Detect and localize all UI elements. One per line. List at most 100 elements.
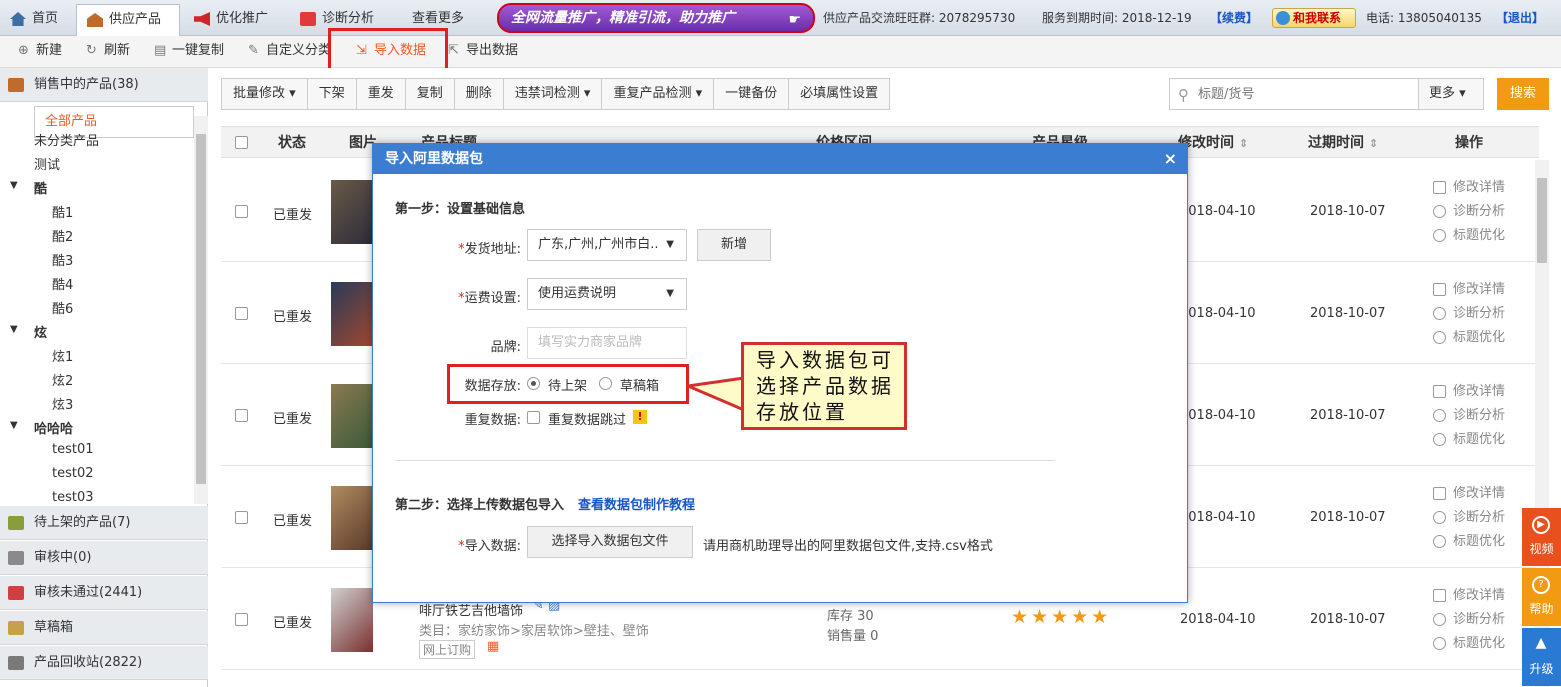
refresh-button[interactable]: ↻ 刷新 — [86, 36, 130, 68]
tab-home[interactable]: 首页 — [0, 4, 72, 36]
optimize-title-link[interactable]: 标题优化 — [1433, 632, 1505, 656]
qrcode-icon[interactable]: ▦ — [487, 639, 499, 654]
select-all-checkbox[interactable] — [235, 136, 248, 149]
video-button[interactable]: ▶ 视频 — [1522, 508, 1561, 566]
new-button[interactable]: ⊕ 新建 — [18, 36, 62, 68]
tree-item-test01[interactable]: test01 — [52, 442, 94, 457]
optimize-title-link[interactable]: 标题优化 — [1433, 428, 1505, 452]
diagnose-link[interactable]: 诊断分析 — [1433, 404, 1505, 428]
product-thumbnail[interactable] — [331, 180, 373, 244]
add-address-button[interactable]: 新增 — [697, 229, 771, 261]
close-icon[interactable]: × — [1164, 144, 1177, 174]
edit-details-link[interactable]: 修改详情 — [1433, 176, 1505, 200]
tree-item-test03[interactable]: test03 — [52, 490, 94, 505]
export-data-button[interactable]: ⇱ 导出数据 — [448, 36, 518, 68]
duplicate-button[interactable]: 复制 — [406, 79, 455, 109]
help-button[interactable]: ? 帮助 — [1522, 568, 1561, 626]
product-thumbnail[interactable] — [331, 486, 373, 550]
row-checkbox[interactable] — [235, 613, 248, 626]
delete-button[interactable]: 删除 — [455, 79, 504, 109]
edit-details-link[interactable]: 修改详情 — [1433, 278, 1505, 302]
tab-optimize-promote[interactable]: 优化推广 — [184, 4, 284, 36]
tutorial-link[interactable]: 查看数据包制作教程 — [578, 494, 695, 513]
ship-address-select[interactable]: 广东,广州,广州市白.. ▼ — [527, 229, 687, 261]
tree-item-ku3[interactable]: 酷3 — [52, 250, 73, 269]
sidebar-draft[interactable]: 草稿箱 — [0, 611, 208, 645]
banned-word-check-button[interactable]: 违禁词检测 ▾ — [504, 79, 603, 109]
contact-button[interactable]: 和我联系 — [1272, 8, 1356, 28]
tab-supply-products[interactable]: 供应产品 — [76, 4, 180, 36]
search-input[interactable] — [1198, 84, 1408, 104]
scrollbar-thumb[interactable] — [196, 134, 206, 484]
tree-item-xuan[interactable]: 炫 — [34, 322, 47, 341]
optimize-title-link[interactable]: 标题优化 — [1433, 530, 1505, 554]
radio-pending[interactable] — [527, 377, 540, 390]
tree-item-ku2[interactable]: 酷2 — [52, 226, 73, 245]
copy-button[interactable]: ▤ 一键复制 — [154, 36, 224, 68]
sidebar-pending[interactable]: 待上架的产品(7) — [0, 506, 208, 540]
tree-item-uncategorized[interactable]: 未分类产品 — [34, 130, 99, 149]
collapse-arrow-icon[interactable]: ▼ — [10, 180, 18, 191]
diagnose-link[interactable]: 诊断分析 — [1433, 608, 1505, 632]
sidebar-recycle[interactable]: 产品回收站(2822) — [0, 646, 208, 680]
tree-item-ku4[interactable]: 酷4 — [52, 274, 73, 293]
duplicate-check-button[interactable]: 重复产品检测 ▾ — [602, 79, 715, 109]
tree-item-test02[interactable]: test02 — [52, 466, 94, 481]
sidebar-on-sale[interactable]: 销售中的产品(38) — [0, 68, 208, 102]
sort-icon: ⇕ — [1238, 137, 1249, 150]
row-checkbox[interactable] — [235, 205, 248, 218]
tree-item-ku[interactable]: 酷 — [34, 178, 47, 197]
republish-button[interactable]: 重发 — [357, 79, 406, 109]
product-thumbnail[interactable] — [331, 384, 373, 448]
delist-button[interactable]: 下架 — [308, 79, 357, 109]
upgrade-button[interactable]: ▲ 升级 — [1522, 628, 1561, 686]
row-checkbox[interactable] — [235, 511, 248, 524]
tree-item-xuan3[interactable]: 炫3 — [52, 394, 73, 413]
edit-details-link[interactable]: 修改详情 — [1433, 584, 1505, 608]
warning-icon[interactable]: ! — [633, 410, 647, 424]
backup-button[interactable]: 一键备份 — [714, 79, 790, 109]
row-expire: 2018-10-07 — [1310, 612, 1386, 627]
brand-input[interactable]: 填写实力商家品牌 — [527, 327, 687, 359]
product-thumbnail[interactable] — [331, 588, 373, 652]
scrollbar-thumb[interactable] — [1537, 178, 1547, 263]
diagnose-link[interactable]: 诊断分析 — [1433, 200, 1505, 224]
tree-item-xuan2[interactable]: 炫2 — [52, 370, 73, 389]
row-checkbox[interactable] — [235, 307, 248, 320]
header-modified[interactable]: 修改时间 ⇕ — [1178, 127, 1248, 160]
diagnose-link[interactable]: 诊断分析 — [1433, 302, 1505, 326]
tree-item-hahaha[interactable]: 哈哈哈 — [34, 418, 73, 437]
collapse-arrow-icon[interactable]: ▼ — [10, 324, 18, 335]
required-attr-button[interactable]: 必填属性设置 — [789, 79, 889, 109]
tree-item-ku6[interactable]: 酷6 — [52, 298, 73, 317]
sidebar-scrollbar[interactable] — [194, 116, 208, 504]
renew-link[interactable]: 【续费】 — [1210, 0, 1258, 36]
row-status: 已重发 — [273, 208, 313, 223]
row-checkbox[interactable] — [235, 409, 248, 422]
radio-draft[interactable] — [599, 377, 612, 390]
optimize-title-link[interactable]: 标题优化 — [1433, 326, 1505, 350]
collapse-arrow-icon[interactable]: ▼ — [10, 420, 18, 431]
promo-banner[interactable]: 全网流量推广，精准引流，助力推广 ☛ — [497, 3, 815, 33]
row-ops: 修改详情 诊断分析 标题优化 — [1433, 380, 1505, 452]
tree-item-test[interactable]: 测试 — [34, 154, 60, 173]
custom-category-button[interactable]: ✎ 自定义分类 — [248, 36, 331, 68]
batch-edit-button[interactable]: 批量修改 ▾ — [222, 79, 308, 109]
sidebar-review[interactable]: 审核中(0) — [0, 541, 208, 575]
tree-item-xuan1[interactable]: 炫1 — [52, 346, 73, 365]
product-thumbnail[interactable] — [331, 282, 373, 346]
skip-duplicates-checkbox[interactable] — [527, 411, 540, 424]
header-status: 状态 — [278, 135, 306, 151]
header-expire[interactable]: 过期时间 ⇕ — [1308, 127, 1378, 160]
logout-link[interactable]: 【退出】 — [1496, 0, 1544, 36]
search-button[interactable]: 搜索 — [1497, 78, 1549, 110]
choose-file-button[interactable]: 选择导入数据包文件 — [527, 526, 693, 558]
edit-details-link[interactable]: 修改详情 — [1433, 482, 1505, 506]
optimize-title-link[interactable]: 标题优化 — [1433, 224, 1505, 248]
more-dropdown[interactable]: 更多 ▾ — [1418, 78, 1484, 110]
sidebar-rejected[interactable]: 审核未通过(2441) — [0, 576, 208, 610]
edit-details-link[interactable]: 修改详情 — [1433, 380, 1505, 404]
diagnose-link[interactable]: 诊断分析 — [1433, 506, 1505, 530]
tree-item-ku1[interactable]: 酷1 — [52, 202, 73, 221]
freight-select[interactable]: 使用运费说明 ▼ — [527, 278, 687, 310]
